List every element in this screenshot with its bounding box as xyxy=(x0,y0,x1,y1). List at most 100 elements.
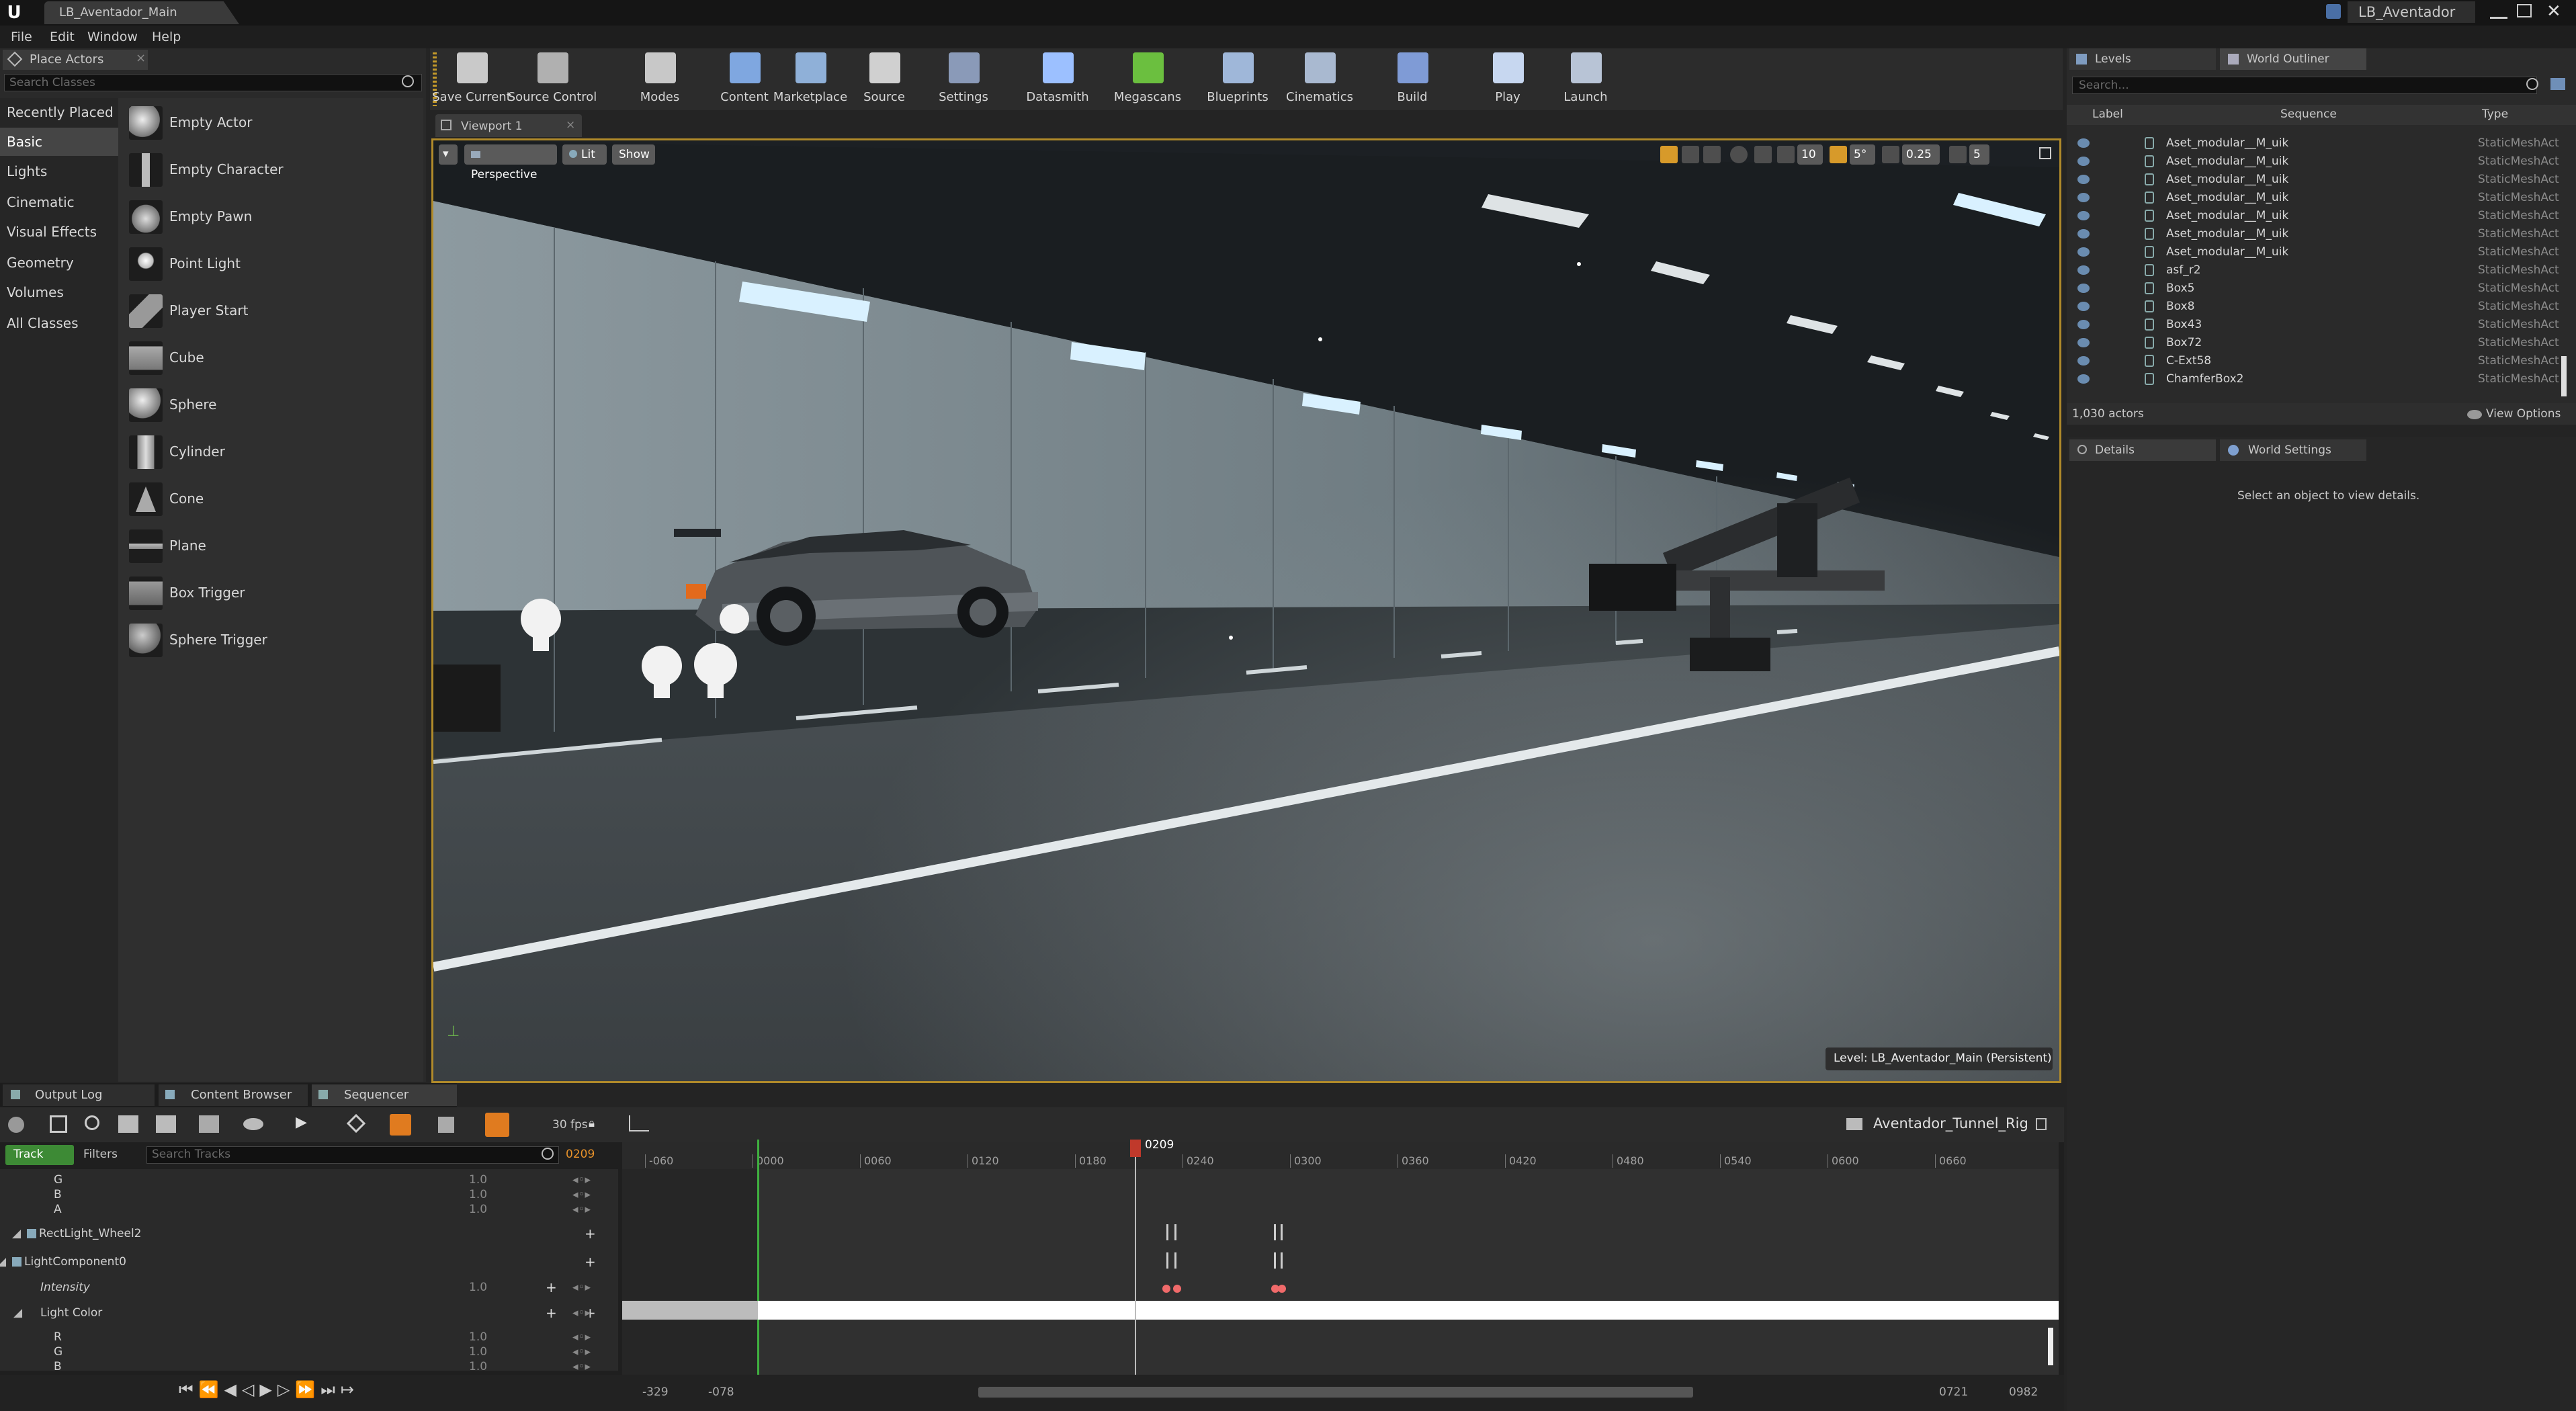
toolbar-launch-button[interactable]: Launch xyxy=(1552,48,1619,110)
col-label[interactable]: Label xyxy=(2092,108,2123,121)
key-nav-icon[interactable]: ◂◦▸ xyxy=(572,1306,591,1320)
unreal-logo-icon[interactable]: U xyxy=(4,3,24,23)
visibility-eye-icon[interactable] xyxy=(2077,175,2090,184)
toolbar-source-control-button[interactable]: Source Control xyxy=(508,48,597,110)
outliner-search-input[interactable] xyxy=(2072,77,2537,94)
category-visual-effects[interactable]: Visual Effects xyxy=(0,218,118,246)
grid-snap-value[interactable]: 10 xyxy=(1797,144,1823,165)
outliner-row[interactable]: Aset_modular__M_uik StaticMeshAct xyxy=(2067,225,2576,243)
track-value[interactable]: 1.0 xyxy=(469,1188,487,1201)
playhead-handle[interactable] xyxy=(1130,1140,1141,1157)
camera-speed-value[interactable]: 5 xyxy=(1969,144,1989,165)
fps-dropdown[interactable]: 30 fps xyxy=(552,1118,588,1131)
visibility-eye-icon[interactable] xyxy=(2077,302,2090,311)
playback-controls[interactable]: ⏮⏪◀◁▶▷⏩⏭↦ xyxy=(179,1380,359,1399)
surface-snap-icon[interactable] xyxy=(1754,146,1772,163)
view-options-button[interactable]: View Options xyxy=(2486,407,2561,421)
track-row[interactable]: ◢ LightComponent0 + xyxy=(0,1254,618,1270)
view-range-end[interactable]: 0721 xyxy=(1939,1385,1968,1399)
outliner-row[interactable]: C-Ext58 StaticMeshAct xyxy=(2067,352,2576,370)
expand-arrow-icon[interactable]: ◢ xyxy=(12,1227,21,1240)
sequence-lock-icon[interactable] xyxy=(2036,1118,2047,1130)
actor-point-light[interactable]: Point Light xyxy=(121,242,417,285)
range-end[interactable]: 0982 xyxy=(2009,1385,2038,1399)
output-log-tab[interactable]: Output Log xyxy=(3,1084,155,1106)
perspective-button[interactable]: Perspective xyxy=(464,144,557,181)
track-value[interactable]: 1.0 xyxy=(469,1173,487,1187)
visibility-eye-icon[interactable] xyxy=(2077,157,2090,166)
sequence-name[interactable]: Aventador_Tunnel_Rig xyxy=(1873,1115,2028,1131)
category-all-classes[interactable]: All Classes xyxy=(0,309,118,337)
timeline-area[interactable] xyxy=(622,1142,2059,1375)
timeline-v-scrollbar[interactable] xyxy=(2048,1328,2053,1365)
track-row[interactable]: Intensity 1.0 ◂◦▸ + xyxy=(0,1279,618,1295)
maximize-button[interactable] xyxy=(2517,4,2532,17)
translate-tool-icon[interactable] xyxy=(1660,146,1678,163)
menu-edit[interactable]: Edit xyxy=(50,30,75,44)
toolbar-settings-button[interactable]: Settings xyxy=(930,48,997,110)
key-nav-icon[interactable]: ◂◦▸ xyxy=(572,1173,591,1187)
key-dot[interactable] xyxy=(1162,1285,1170,1293)
add-icon[interactable]: + xyxy=(546,1305,557,1321)
key-dot[interactable] xyxy=(1173,1285,1181,1293)
category-recently-placed[interactable]: Recently Placed xyxy=(0,98,118,126)
lit-button[interactable]: Lit xyxy=(562,144,607,165)
visibility-eye-icon[interactable] xyxy=(2077,284,2090,293)
outliner-row[interactable]: asf_r2 StaticMeshAct xyxy=(2067,261,2576,280)
actor-empty-character[interactable]: Empty Character xyxy=(121,148,417,191)
outliner-row[interactable]: Aset_modular__M_uik StaticMeshAct xyxy=(2067,207,2576,225)
track-row[interactable]: G 1.0 ◂◦▸ xyxy=(0,1345,618,1360)
actor-sphere[interactable]: Sphere xyxy=(121,383,417,426)
keyframe[interactable] xyxy=(1281,1252,1283,1269)
col-sequence[interactable]: Sequence xyxy=(2280,108,2337,121)
outliner-row[interactable]: Aset_modular__M_uik StaticMeshAct xyxy=(2067,153,2576,171)
track-row[interactable]: ◢ Light Color + + ◂◦▸ xyxy=(0,1305,618,1321)
scale-snap-value[interactable]: 0.25 xyxy=(1902,144,1940,165)
key-nav-icon[interactable]: ◂◦▸ xyxy=(572,1360,591,1373)
menu-file[interactable]: File xyxy=(11,30,32,44)
visibility-eye-icon[interactable] xyxy=(2077,229,2090,239)
source-control-status-icon[interactable] xyxy=(2326,4,2341,19)
viewport-tab-close-icon[interactable]: × xyxy=(566,118,575,132)
keyframe[interactable] xyxy=(1166,1252,1168,1269)
category-basic[interactable]: Basic xyxy=(0,128,118,156)
maximize-viewport-icon[interactable] xyxy=(2039,147,2051,159)
filters-button[interactable]: Filters xyxy=(83,1148,118,1161)
find-icon[interactable] xyxy=(85,1115,99,1130)
playhead-line[interactable] xyxy=(1135,1156,1136,1375)
expand-arrow-icon[interactable]: ◢ xyxy=(0,1255,6,1269)
camera-icon[interactable] xyxy=(156,1115,176,1133)
menu-window[interactable]: Window xyxy=(87,30,138,44)
category-geometry[interactable]: Geometry xyxy=(0,249,118,277)
save-sequence-icon[interactable] xyxy=(50,1115,67,1133)
grid-snap-icon[interactable] xyxy=(1777,146,1795,163)
camera-speed-icon[interactable] xyxy=(1949,146,1967,163)
track-value[interactable]: 1.0 xyxy=(469,1360,487,1373)
add-icon[interactable]: + xyxy=(585,1226,596,1242)
actor-cylinder[interactable]: Cylinder xyxy=(121,430,417,473)
view-range-start[interactable]: -078 xyxy=(708,1385,734,1399)
visibility-eye-icon[interactable] xyxy=(2077,374,2090,384)
viewport-3d[interactable]: ▾ Perspective Lit Show 10 5° 0.25 5 ⊥ Le… xyxy=(431,138,2061,1083)
track-row[interactable]: A 1.0 ◂◦▸ xyxy=(0,1203,618,1217)
visibility-eye-icon[interactable] xyxy=(2077,338,2090,347)
play-options-icon[interactable]: ▶ xyxy=(296,1114,307,1131)
actor-cube[interactable]: Cube xyxy=(121,336,417,379)
visibility-eye-icon[interactable] xyxy=(2077,211,2090,220)
toolbar-blueprints-button[interactable]: Blueprints xyxy=(1204,48,1271,110)
visibility-eye-icon[interactable] xyxy=(2077,356,2090,366)
outliner-row[interactable]: Aset_modular__M_uik StaticMeshAct xyxy=(2067,134,2576,153)
outliner-row[interactable]: Box43 StaticMeshAct xyxy=(2067,316,2576,334)
visibility-eye-icon[interactable] xyxy=(2077,320,2090,329)
key-nav-icon[interactable]: ◂◦▸ xyxy=(572,1345,591,1359)
key-nav-icon[interactable]: ◂◦▸ xyxy=(572,1188,591,1201)
world-icon[interactable] xyxy=(8,1117,24,1133)
add-folder-icon[interactable] xyxy=(2550,78,2565,90)
visibility-icon[interactable] xyxy=(243,1118,263,1130)
toolbar-source-button[interactable]: Source xyxy=(851,48,918,110)
track-row[interactable]: B 1.0 ◂◦▸ xyxy=(0,1360,618,1375)
place-actors-close-icon[interactable]: × xyxy=(136,51,146,65)
menu-help[interactable]: Help xyxy=(152,30,181,44)
actor-box-trigger[interactable]: Box Trigger xyxy=(121,571,417,614)
curve-editor-icon[interactable] xyxy=(629,1115,649,1131)
